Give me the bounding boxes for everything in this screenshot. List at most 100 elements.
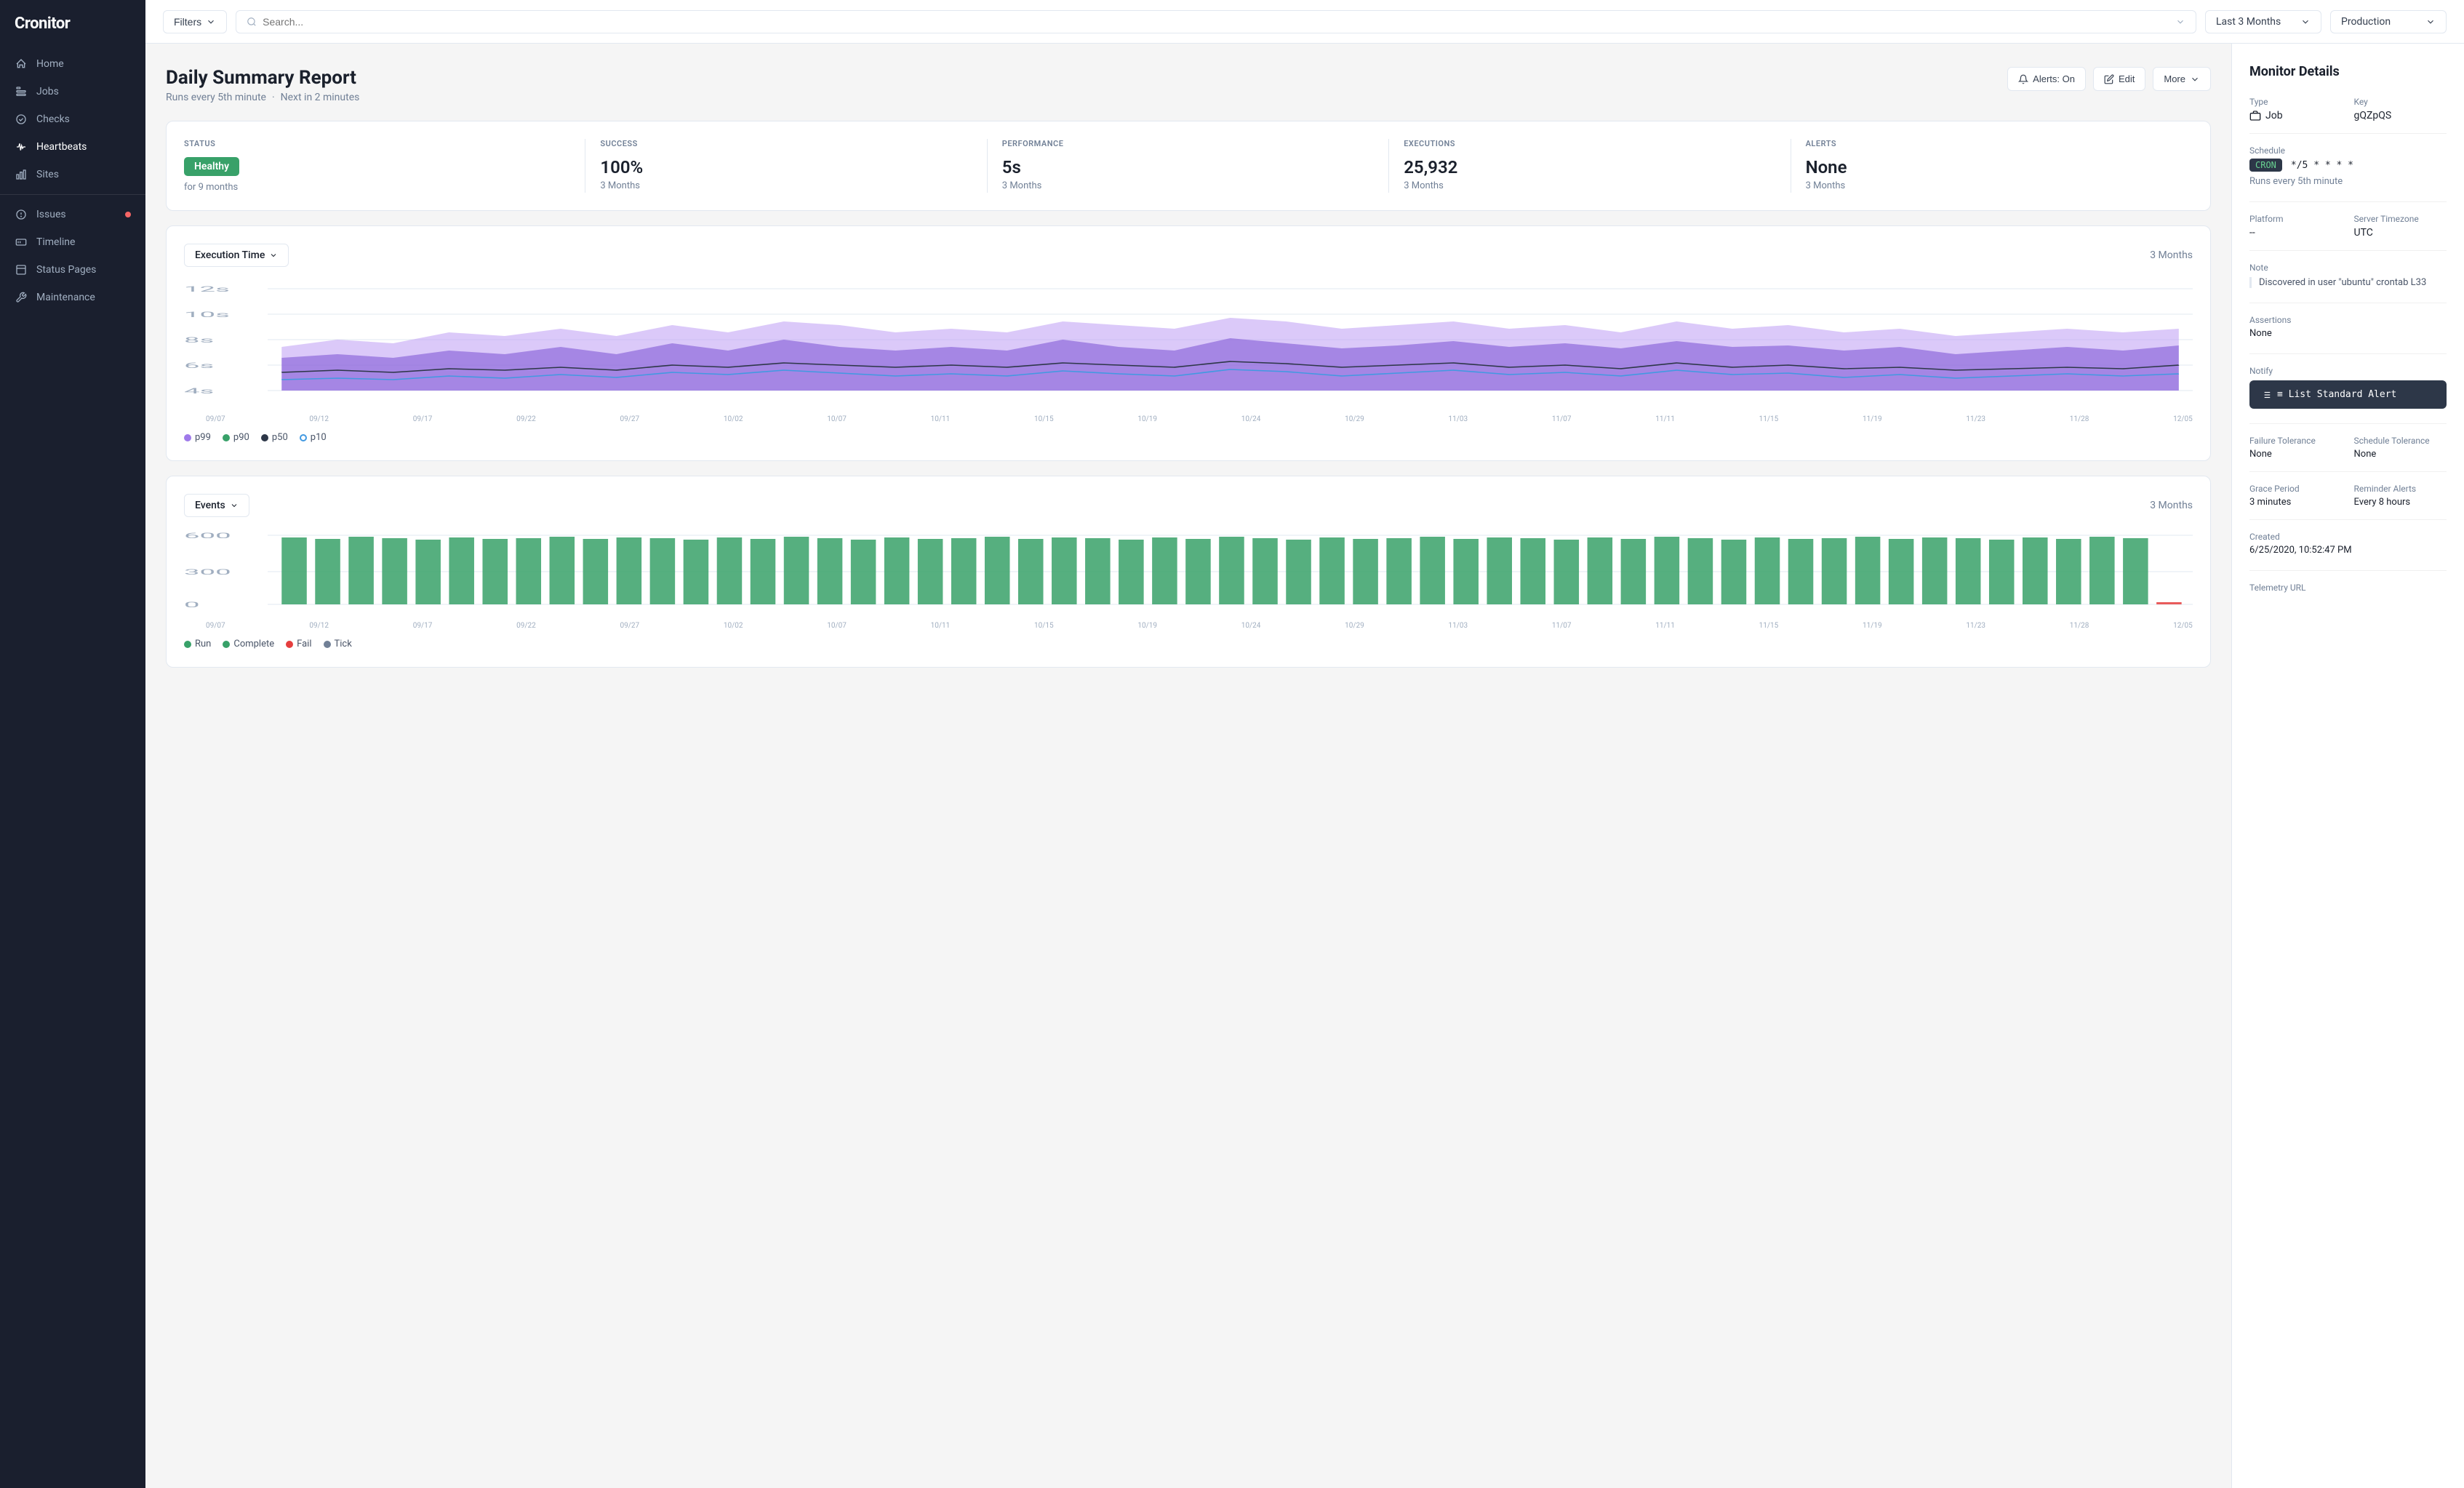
grace-reminder-section: Grace Period 3 minutes Reminder Alerts E… xyxy=(2249,484,2447,508)
legend-dot-p10 xyxy=(300,434,307,441)
sidebar-item-status-pages[interactable]: Status Pages xyxy=(0,256,145,284)
page-header-left: Daily Summary Report Runs every 5th minu… xyxy=(166,67,359,103)
assertions-label: Assertions xyxy=(2249,315,2447,325)
jobs-icon xyxy=(15,85,28,98)
key-section: Key gQZpQS xyxy=(2354,97,2447,121)
type-key-section: Type Job Key gQZpQS xyxy=(2249,97,2447,121)
maintenance-icon xyxy=(15,291,28,304)
note-value: Discovered in user "ubuntu" crontab L33 xyxy=(2249,277,2447,288)
search-input[interactable] xyxy=(263,16,2169,28)
topbar: Filters Last 3 Months Production xyxy=(145,0,2464,44)
stat-performance-value: 5s xyxy=(1002,157,1374,177)
next-text: Next in 2 minutes xyxy=(281,92,360,103)
created-section: Created 6/25/2020, 10:52:47 PM xyxy=(2249,532,2447,556)
bell-icon xyxy=(2018,74,2028,84)
legend-label-p10: p10 xyxy=(311,432,327,443)
edit-button[interactable]: Edit xyxy=(2093,67,2145,91)
type-section: Type Job xyxy=(2249,97,2343,121)
stat-executions-value: 25,932 xyxy=(1404,157,1775,177)
stat-status-label: STATUS xyxy=(184,139,570,148)
created-label: Created xyxy=(2249,532,2447,542)
sidebar-item-status-pages-label: Status Pages xyxy=(36,264,96,276)
list-icon xyxy=(2261,390,2271,400)
schedule-tol-label: Schedule Tolerance xyxy=(2354,436,2447,446)
execution-chart-select[interactable]: Execution Time xyxy=(184,244,289,267)
alerts-button[interactable]: Alerts: On xyxy=(2007,67,2086,91)
server-tz-value: UTC xyxy=(2354,227,2447,239)
events-chart-area: 600 300 0 // Generate bars dynamically xyxy=(184,532,2193,619)
sidebar-item-heartbeats[interactable]: Heartbeats xyxy=(0,133,145,161)
legend-dot-tick xyxy=(324,641,331,648)
sidebar-item-issues[interactable]: Issues xyxy=(0,201,145,228)
cron-expression: */5 * * * * xyxy=(2291,160,2353,171)
stat-performance-sub: 3 Months xyxy=(1002,180,1374,191)
search-icon xyxy=(247,17,257,27)
sidebar-item-checks[interactable]: Checks xyxy=(0,105,145,133)
stat-success-sub: 3 Months xyxy=(600,180,972,191)
env-label: Production xyxy=(2341,16,2391,28)
schedule-label: Schedule xyxy=(2249,145,2447,156)
type-value-text: Job xyxy=(2265,110,2283,121)
legend-label-p50: p50 xyxy=(272,432,288,443)
reminder-value: Every 8 hours xyxy=(2354,497,2447,508)
heartbeats-icon xyxy=(15,140,28,153)
stat-performance: PERFORMANCE 5s 3 Months xyxy=(988,139,1389,193)
svg-text:4s: 4s xyxy=(184,387,214,396)
period-label: Last 3 Months xyxy=(2216,16,2281,28)
platform-tz-section: Platform -- Server Timezone UTC xyxy=(2249,214,2447,239)
legend-dot-complete xyxy=(223,641,230,648)
grace-period-section: Grace Period 3 minutes xyxy=(2249,484,2343,508)
type-value: Job xyxy=(2249,110,2343,121)
tolerance-section: Failure Tolerance None Schedule Toleranc… xyxy=(2249,436,2447,460)
legend-p90: p90 xyxy=(223,432,249,443)
stat-status-sub: for 9 months xyxy=(184,182,570,193)
svg-text:300: 300 xyxy=(184,568,231,577)
stat-success-label: SUCCESS xyxy=(600,139,972,148)
legend-label-fail: Fail xyxy=(297,639,311,649)
home-icon xyxy=(15,57,28,71)
edit-icon xyxy=(2104,74,2114,84)
stat-alerts-label: ALERTS xyxy=(1806,139,2178,148)
sidebar-item-jobs[interactable]: Jobs xyxy=(0,78,145,105)
execution-chart-area: 12s 10s 8s 6s 4s xyxy=(184,281,2193,412)
platform-section: Platform -- xyxy=(2249,214,2343,239)
stat-alerts-sub: 3 Months xyxy=(1806,180,2178,191)
sidebar-item-heartbeats-label: Heartbeats xyxy=(36,141,87,153)
app-logo: Cronitor xyxy=(0,0,145,50)
grace-period-value: 3 minutes xyxy=(2249,497,2343,508)
created-value: 6/25/2020, 10:52:47 PM xyxy=(2249,545,2447,556)
legend-label-p99: p99 xyxy=(195,432,211,443)
legend-dot-run xyxy=(184,641,191,648)
stat-executions-sub: 3 Months xyxy=(1404,180,1775,191)
more-chevron-icon xyxy=(2190,74,2200,84)
failure-tol-label: Failure Tolerance xyxy=(2249,436,2343,446)
events-chart-select[interactable]: Events xyxy=(184,494,249,517)
page-header: Daily Summary Report Runs every 5th minu… xyxy=(166,67,2211,103)
svg-text:12s: 12s xyxy=(184,285,230,294)
execution-chart-chevron xyxy=(269,251,278,260)
sidebar-item-home[interactable]: Home xyxy=(0,50,145,78)
execution-chart-svg: 12s 10s 8s 6s 4s xyxy=(184,281,2193,412)
notify-label: Notify xyxy=(2249,366,2447,376)
period-select[interactable]: Last 3 Months xyxy=(2205,10,2321,33)
x-axis-labels-execution: 09/0709/1209/1709/2209/27 10/0210/0710/1… xyxy=(184,412,2193,423)
svg-text:8s: 8s xyxy=(184,336,214,345)
filters-button[interactable]: Filters xyxy=(163,10,227,33)
server-tz-label: Server Timezone xyxy=(2354,214,2447,224)
stat-success-value: 100% xyxy=(600,157,972,177)
issues-badge xyxy=(125,212,131,217)
legend-run: Run xyxy=(184,639,211,649)
env-select[interactable]: Production xyxy=(2330,10,2447,33)
sidebar-item-timeline[interactable]: Timeline xyxy=(0,228,145,256)
legend-label-p90: p90 xyxy=(233,432,249,443)
sidebar-item-sites[interactable]: Sites xyxy=(0,161,145,188)
execution-chart-period: 3 Months xyxy=(2150,249,2193,261)
sidebar-item-maintenance[interactable]: Maintenance xyxy=(0,284,145,311)
more-button[interactable]: More xyxy=(2153,67,2211,91)
issues-icon xyxy=(15,208,28,221)
subtitle-dot: · xyxy=(272,92,275,103)
events-chart-svg: 600 300 0 // Generate bars dynamically xyxy=(184,532,2193,619)
reminder-section: Reminder Alerts Every 8 hours xyxy=(2354,484,2447,508)
schedule-section: Schedule CRON */5 * * * * Runs every 5th… xyxy=(2249,145,2447,187)
platform-label: Platform xyxy=(2249,214,2343,224)
